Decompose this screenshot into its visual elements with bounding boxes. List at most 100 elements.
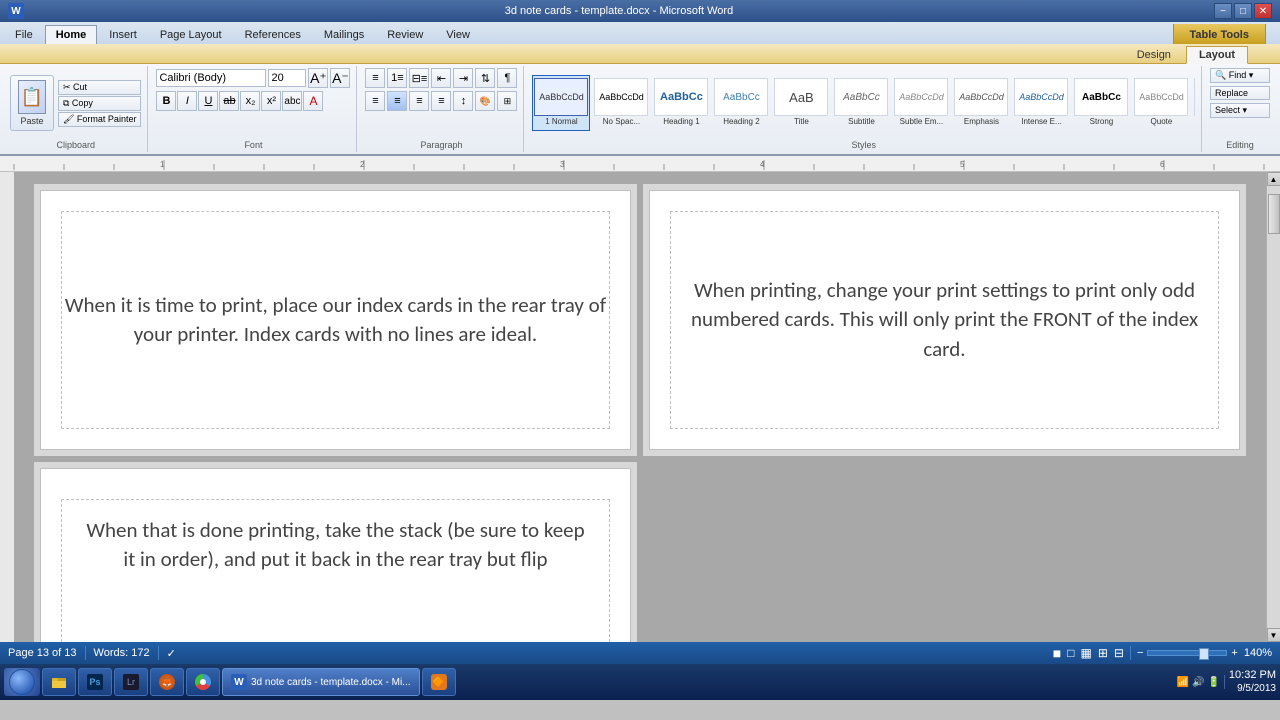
tab-page-layout[interactable]: Page Layout (149, 25, 233, 44)
view-reading-button[interactable]: □ (1067, 646, 1074, 660)
style-title[interactable]: AaB Title (772, 75, 830, 131)
taskbar-ps[interactable]: Ps (78, 668, 112, 696)
paste-button[interactable]: 📋 Paste (10, 75, 54, 131)
styles-label: Styles (532, 138, 1195, 150)
view-web-button[interactable]: ▦ (1081, 646, 1092, 660)
font-size-input[interactable] (268, 69, 306, 87)
show-formatting-button[interactable]: ¶ (497, 68, 517, 88)
card-container-2: When printing, change your print setting… (643, 184, 1246, 456)
table-tools-subtabs: Design Layout (0, 44, 1280, 64)
zoom-handle[interactable] (1199, 648, 1209, 660)
font-name-input[interactable] (156, 69, 266, 87)
bold-button[interactable]: B (156, 91, 176, 111)
paste-icon: 📋 (18, 80, 46, 114)
tab-insert[interactable]: Insert (98, 25, 148, 44)
font-label: Font (156, 138, 350, 150)
superscript-button[interactable]: x² (261, 91, 281, 111)
start-orb (9, 669, 35, 695)
firefox-icon: 🦊 (159, 674, 175, 690)
select-button[interactable]: Select ▾ (1210, 103, 1270, 118)
strikethrough-button[interactable]: ab (219, 91, 239, 111)
decrease-indent-button[interactable]: ⇤ (431, 68, 451, 88)
scroll-thumb[interactable] (1268, 194, 1280, 234)
style-heading1[interactable]: AaBbCc Heading 1 (652, 75, 710, 131)
minimize-button[interactable]: − (1214, 3, 1232, 19)
borders-button[interactable]: ⊞ (497, 91, 517, 111)
zoom-slider[interactable]: − + (1137, 647, 1238, 659)
scroll-track[interactable] (1267, 186, 1280, 628)
ruler: 1 2 3 4 5 6 (0, 156, 1280, 172)
line-spacing-button[interactable]: ↕ (453, 91, 473, 111)
style-normal[interactable]: AaBbCcDd 1 Normal (532, 75, 590, 131)
ribbon-group-font: A⁺ A⁻ B I U ab x₂ x² abc A Font (150, 66, 357, 152)
title-bar-icon: W (8, 3, 24, 19)
taskbar-chrome[interactable] (186, 668, 220, 696)
taskbar-word[interactable]: W 3d note cards - template.docx - Mi... (222, 668, 420, 696)
start-button[interactable] (4, 668, 40, 696)
tab-file[interactable]: File (4, 25, 44, 44)
style-intense-quote[interactable]: AaBbCcDd Intense Q... (1192, 75, 1195, 131)
style-subtitle[interactable]: AaBbCc Subtitle (832, 75, 890, 131)
multilevel-list-button[interactable]: ⊟≡ (409, 68, 429, 88)
tab-view[interactable]: View (435, 25, 481, 44)
maximize-button[interactable]: □ (1234, 3, 1252, 19)
font-color-button[interactable]: A (303, 91, 323, 111)
view-outline-button[interactable]: ⊞ (1098, 646, 1108, 660)
style-subtle-emphasis[interactable]: AaBbCcDd Subtle Em... (892, 75, 950, 131)
style-quote[interactable]: AaBbCcDd Quote (1132, 75, 1190, 131)
cut-button[interactable]: ✂ Cut (58, 80, 141, 95)
zoom-track[interactable] (1147, 650, 1227, 656)
numbering-button[interactable]: 1≡ (387, 68, 407, 88)
replace-button[interactable]: Replace (1210, 86, 1270, 100)
scroll-up-button[interactable]: ▲ (1267, 172, 1280, 186)
index-card-1[interactable]: When it is time to print, place our inde… (40, 190, 631, 450)
ribbon: 📋 Paste ✂ Cut ⧉ Copy 🖌 Format Painter Cl… (0, 64, 1280, 156)
style-emphasis[interactable]: AaBbCcDd Emphasis (952, 75, 1010, 131)
status-separator (85, 646, 86, 660)
justify-button[interactable]: ≡ (431, 91, 451, 111)
find-button[interactable]: 🔍 Find ▾ (1210, 68, 1270, 83)
sort-button[interactable]: ⇅ (475, 68, 495, 88)
style-no-spacing[interactable]: AaBbCcDd No Spac... (592, 75, 650, 131)
vertical-scrollbar[interactable]: ▲ ▼ (1266, 172, 1280, 642)
svg-text:1: 1 (160, 160, 165, 169)
index-card-3[interactable]: When that is done printing, take the sta… (40, 468, 631, 642)
card-container-1: When it is time to print, place our inde… (34, 184, 637, 456)
taskbar-firefox[interactable]: 🦊 (150, 668, 184, 696)
align-right-button[interactable]: ≡ (409, 91, 429, 111)
shrink-font-button[interactable]: A⁻ (330, 68, 350, 88)
zoom-plus-button[interactable]: + (1231, 647, 1237, 659)
subscript-button[interactable]: x₂ (240, 91, 260, 111)
bullets-button[interactable]: ≡ (365, 68, 385, 88)
grow-font-button[interactable]: A⁺ (308, 68, 328, 88)
taskbar-explorer[interactable] (42, 668, 76, 696)
document-scroll-area[interactable]: When it is time to print, place our inde… (14, 172, 1266, 642)
index-card-2[interactable]: When printing, change your print setting… (649, 190, 1240, 450)
scroll-down-button[interactable]: ▼ (1267, 628, 1280, 642)
style-intense-emphasis[interactable]: AaBbCcDd Intense E... (1012, 75, 1070, 131)
view-draft-button[interactable]: ⊟ (1114, 646, 1124, 660)
tab-review[interactable]: Review (376, 25, 434, 44)
tab-home[interactable]: Home (45, 25, 98, 45)
taskbar-lr[interactable]: Lr (114, 668, 148, 696)
style-strong[interactable]: AaBbCc Strong (1072, 75, 1130, 131)
text-highlight-button[interactable]: abc (282, 91, 302, 111)
tab-layout[interactable]: Layout (1186, 46, 1248, 64)
format-painter-button[interactable]: 🖌 Format Painter (58, 112, 141, 127)
align-left-button[interactable]: ≡ (365, 91, 385, 111)
tab-mailings[interactable]: Mailings (313, 25, 375, 44)
taskbar-vlc[interactable]: 🔶 (422, 668, 456, 696)
underline-button[interactable]: U (198, 91, 218, 111)
zoom-minus-button[interactable]: − (1137, 647, 1143, 659)
tab-references[interactable]: References (234, 25, 312, 44)
align-center-button[interactable]: ≡ (387, 91, 407, 111)
increase-indent-button[interactable]: ⇥ (453, 68, 473, 88)
close-button[interactable]: ✕ (1254, 3, 1272, 19)
shading-button[interactable]: 🎨 (475, 91, 495, 111)
copy-button[interactable]: ⧉ Copy (58, 96, 141, 111)
tab-design[interactable]: Design (1124, 46, 1184, 63)
ribbon-group-paragraph: ≡ 1≡ ⊟≡ ⇤ ⇥ ⇅ ¶ ≡ ≡ ≡ ≡ ↕ 🎨 ⊞ Paragraph (359, 66, 524, 152)
italic-button[interactable]: I (177, 91, 197, 111)
style-heading2[interactable]: AaBbCc Heading 2 (712, 75, 770, 131)
view-normal-button[interactable]: ■ (1053, 645, 1061, 661)
